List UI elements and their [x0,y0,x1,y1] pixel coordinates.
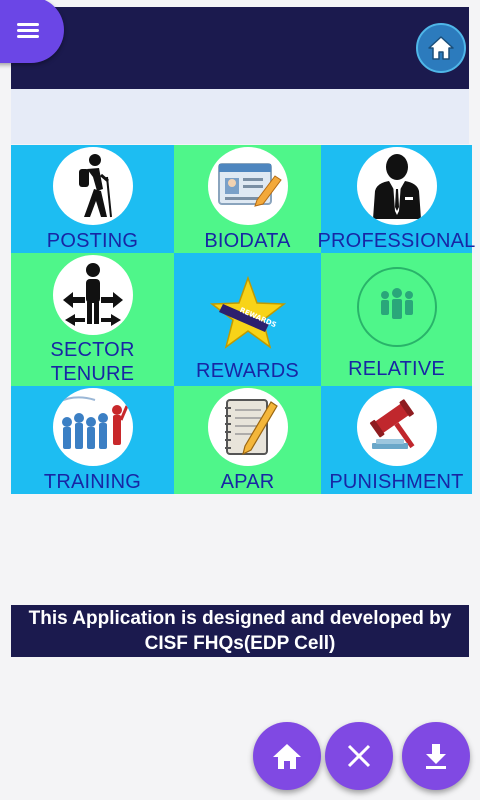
tile-label: PROFESSIONAL [317,230,476,252]
home-button-top[interactable] [416,23,466,73]
tile-professional[interactable]: PROFESSIONAL [318,145,475,253]
team-training-icon [52,388,133,466]
home-fab-button[interactable] [253,722,321,790]
businessman-icon [356,147,437,225]
tile-label: REWARDS [196,360,299,382]
gavel-icon [356,388,437,466]
star-rewards-icon: REWARDS [208,273,288,353]
tile-label: TRAINING [43,471,142,493]
tile-apar[interactable]: APAR [174,386,321,494]
tile-rewards[interactable]: REWARDS REWARDS [174,253,321,386]
tile-label-line2: TENURE [50,363,135,385]
download-fab-button[interactable] [402,722,470,790]
home-icon [428,36,454,60]
home-icon [273,744,301,769]
tile-sector-tenure[interactable]: SECTOR TENURE [11,253,174,386]
menu-grid: POSTING BIODATA PROFESSIONAL SECTOR TENU… [11,145,475,494]
footer-line1: This Application is designed and develop… [28,608,452,629]
tile-punishment[interactable]: PUNISHMENT [321,386,472,494]
tile-label: POSTING [46,230,139,252]
tile-biodata[interactable]: BIODATA [174,145,321,253]
app-header [0,0,469,89]
hamburger-menu-icon [16,20,39,41]
sub-header-bar [11,89,469,144]
tile-label: BIODATA [204,230,291,252]
close-fab-button[interactable] [325,722,393,790]
footer-credit: This Application is designed and develop… [11,605,469,657]
menu-button[interactable] [0,0,64,63]
tile-label-line1: SECTOR [50,339,135,361]
profile-card-icon [207,147,288,225]
download-icon [426,744,446,769]
tile-label: RELATIVE [348,358,445,380]
tile-training[interactable]: TRAINING [11,386,174,494]
close-icon [347,744,371,768]
notebook-pencil-icon [207,388,288,466]
crossroads-person-icon [52,255,133,335]
hiker-icon [52,147,133,225]
footer-line2: CISF FHQs(EDP Cell) [144,633,336,654]
tile-relative[interactable]: RELATIVE [321,253,472,386]
group-icon [356,267,437,347]
tile-posting[interactable]: POSTING [11,145,174,253]
tile-label: APAR [220,471,275,493]
tile-label: PUNISHMENT [329,471,464,493]
